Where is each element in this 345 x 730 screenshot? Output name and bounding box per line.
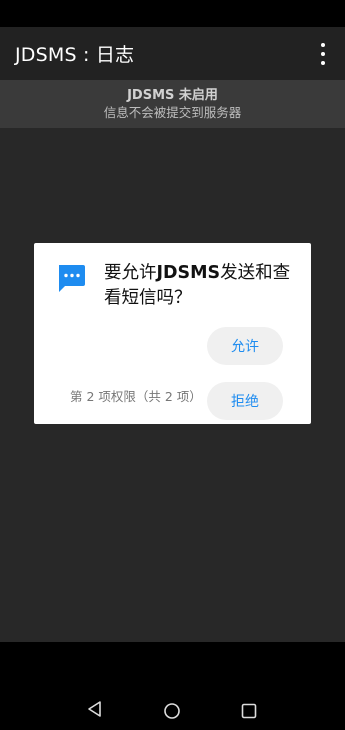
dialog-message: 要允许JDSMS发送和查看短信吗？ [104,261,304,311]
permission-count: 第 2 项权限（共 2 项） [70,389,202,404]
recents-icon[interactable] [241,703,257,719]
back-icon[interactable] [86,700,104,718]
message-prefix: 要允许 [104,263,157,283]
app-title: JDSMS : 日志 [15,44,135,66]
main-content: JDSMS 未启用 信息不会被提交到服务器 要允许JDSMS发送和查看短信吗？ … [0,80,345,642]
screen: JDSMS : 日志 JDSMS 未启用 信息不会被提交到服务器 要允许JDSM… [0,0,345,730]
overflow-dot [321,61,325,65]
navigation-bar [0,642,345,730]
overflow-dot [321,43,325,47]
allow-button[interactable]: 允许 [207,327,283,365]
overflow-menu-button[interactable] [315,43,331,65]
message-icon [59,265,85,292]
deny-button[interactable]: 拒绝 [207,382,283,420]
permission-dialog: 要允许JDSMS发送和查看短信吗？ 允许 第 2 项权限（共 2 项） 拒绝 [34,243,311,424]
status-bar [0,0,345,27]
home-icon[interactable] [163,702,181,720]
message-app-name: JDSMS [156,263,221,283]
app-bar: JDSMS : 日志 [0,27,345,80]
overflow-dot [321,52,325,56]
